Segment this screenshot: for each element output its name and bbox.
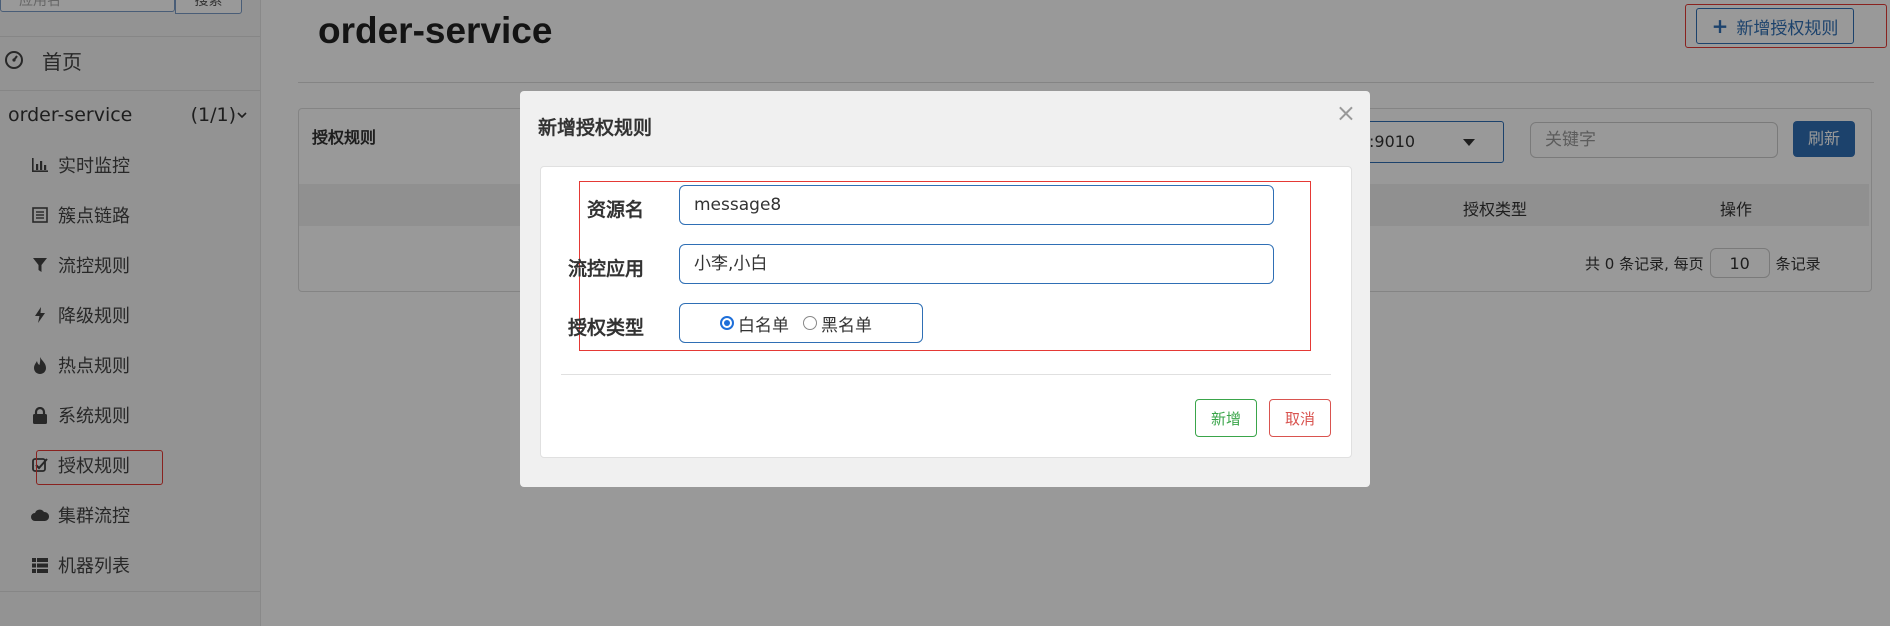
add-rule-dialog: 新增授权规则 × 资源名 message8 流控应用 小李,小白 授权类型 白名… [520,91,1370,487]
dialog-title: 新增授权规则 [538,117,653,139]
cancel-button[interactable]: 取消 [1269,399,1331,437]
strategy-radio-group: 白名单 黑名单 [679,303,923,343]
strategy-label: 授权类型 [568,317,645,339]
dialog-divider [561,374,1331,375]
confirm-add-button[interactable]: 新增 [1195,399,1257,437]
blacklist-label[interactable]: 黑名单 [821,311,872,336]
whitelist-radio[interactable] [720,316,734,330]
resource-label: 资源名 [587,199,645,221]
resource-input[interactable]: message8 [679,185,1274,225]
whitelist-label[interactable]: 白名单 [738,311,789,336]
limit-app-input[interactable]: 小李,小白 [679,244,1274,284]
dialog-body: 资源名 message8 流控应用 小李,小白 授权类型 白名单 黑名单 新增 … [540,166,1352,458]
limit-app-label: 流控应用 [568,258,645,280]
close-icon[interactable]: × [1336,99,1356,127]
blacklist-radio[interactable] [803,316,817,330]
